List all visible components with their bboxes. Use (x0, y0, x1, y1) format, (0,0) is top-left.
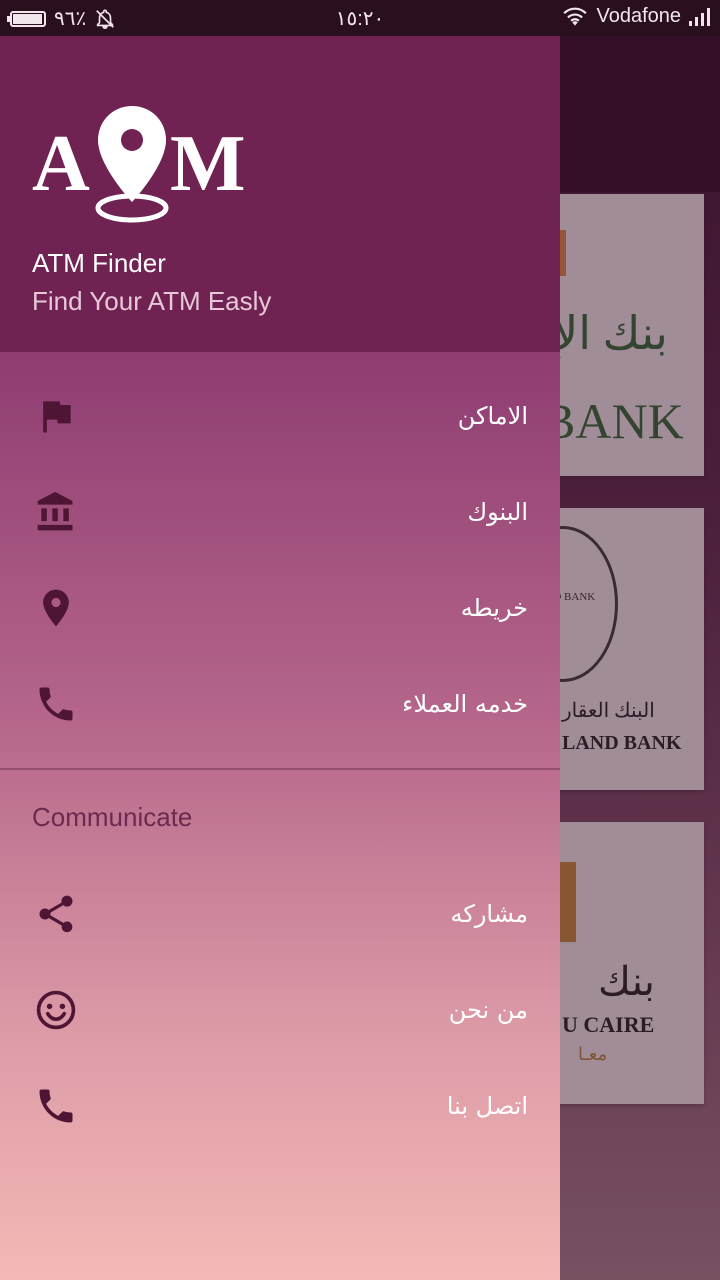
menu-item-label: البنوك (467, 498, 528, 526)
menu-item-places[interactable]: الاماكن (0, 368, 560, 464)
menu-item-label: خريطه (460, 594, 528, 622)
menu-item-label: الاماكن (457, 402, 528, 430)
flag-icon (34, 394, 78, 438)
map-pin-icon (34, 586, 78, 630)
menu-item-label: مشاركه (450, 900, 528, 928)
drawer-header: A M ATM Finder Find Your ATM Easly (0, 36, 560, 352)
wifi-icon (563, 7, 588, 26)
bank-icon (34, 490, 78, 534)
share-icon (34, 892, 78, 936)
menu-divider (0, 768, 560, 770)
menu-item-share[interactable]: مشاركه (0, 866, 560, 962)
status-bar: ٩٦٪ ١٥:٢٠ Vodafone (0, 0, 720, 36)
app-name: ATM Finder (32, 248, 166, 278)
menu-item-banks[interactable]: البنوك (0, 464, 560, 560)
status-right: Vodafone (562, 5, 710, 28)
signal-icon (689, 7, 710, 26)
app-tagline: Find Your ATM Easly (32, 286, 272, 316)
menu-item-map[interactable]: خريطه (0, 560, 560, 656)
phone-icon (34, 682, 78, 726)
menu-item-label: اتصل بنا (446, 1092, 528, 1120)
menu-item-about-us[interactable]: من نحن (0, 962, 560, 1058)
navigation-drawer: A M ATM Finder Find Your ATM Easly الاما… (0, 36, 560, 1280)
logo-letter-a: A (32, 120, 90, 208)
menu-item-customer-service[interactable]: خدمه العملاء (0, 656, 560, 752)
menu-item-contact-us[interactable]: اتصل بنا (0, 1058, 560, 1154)
menu-item-label: من نحن (448, 996, 528, 1024)
carrier-name: Vodafone (596, 5, 681, 27)
atm-logo: A M (32, 106, 244, 223)
section-title-communicate: Communicate (32, 802, 193, 832)
logo-letter-m: M (170, 120, 244, 208)
smiley-icon (34, 988, 78, 1032)
phone-icon (34, 1084, 78, 1128)
menu-item-label: خدمه العملاء (402, 690, 528, 718)
